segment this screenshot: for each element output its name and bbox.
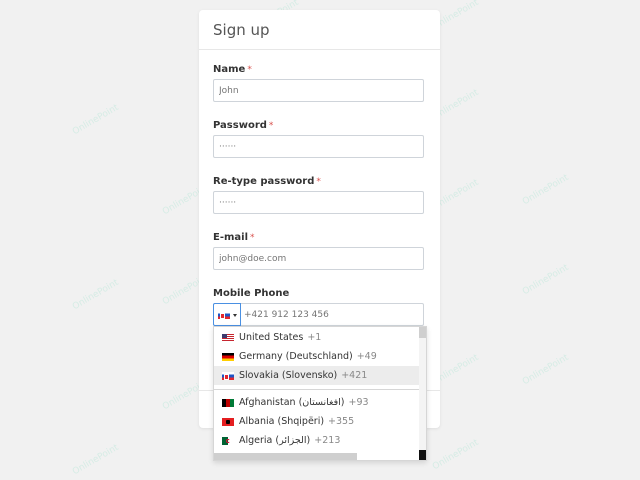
algeria-flag-icon xyxy=(222,437,234,445)
scrollbar-end xyxy=(419,450,426,460)
card-header: Sign up xyxy=(199,10,440,50)
caret-down-icon xyxy=(233,314,237,317)
dial-code: +1 xyxy=(307,332,322,343)
us-flag-icon xyxy=(222,334,234,342)
dial-code: +93 xyxy=(348,397,369,408)
watermark: OnlinePoint xyxy=(430,437,481,473)
horizontal-scrollbar[interactable] xyxy=(214,453,357,460)
country-select-button[interactable] xyxy=(213,303,241,326)
password-input[interactable] xyxy=(213,135,424,158)
required-mark: * xyxy=(247,65,252,75)
slovakia-flag-icon xyxy=(222,372,234,380)
country-name: Afghanistan (‫افغانستان‬‎) xyxy=(239,397,345,408)
required-mark: * xyxy=(316,177,321,187)
watermark: OnlinePoint xyxy=(70,442,121,478)
email-input[interactable] xyxy=(213,247,424,270)
vertical-scrollbar[interactable] xyxy=(419,327,426,460)
required-mark: * xyxy=(250,233,255,243)
page-title: Sign up xyxy=(213,21,270,39)
name-label: Name * xyxy=(213,64,252,75)
scrollbar-thumb[interactable] xyxy=(419,327,426,338)
watermark: OnlinePoint xyxy=(70,277,121,313)
watermark: OnlinePoint xyxy=(520,172,571,208)
country-option-us[interactable]: United States +1 xyxy=(214,328,420,347)
dial-code: +421 xyxy=(341,370,368,381)
country-option-algeria[interactable]: Algeria (‫الجزائر‬‎) +213 xyxy=(214,431,420,450)
watermark: OnlinePoint xyxy=(70,102,121,138)
watermark: OnlinePoint xyxy=(520,262,571,298)
watermark: OnlinePoint xyxy=(520,352,571,388)
country-option-afghanistan[interactable]: Afghanistan (‫افغانستان‬‎) +93 xyxy=(214,393,420,412)
email-label: E-mail * xyxy=(213,232,255,243)
required-mark: * xyxy=(268,121,274,131)
password-label: Password * xyxy=(213,120,274,131)
afghanistan-flag-icon xyxy=(222,399,234,407)
albania-flag-icon xyxy=(222,418,234,426)
slovakia-flag-icon xyxy=(218,311,230,319)
country-name: United States xyxy=(239,332,304,343)
retype-password-input[interactable] xyxy=(213,191,424,214)
germany-flag-icon xyxy=(222,353,234,361)
phone-input[interactable] xyxy=(213,303,424,326)
dial-code: +355 xyxy=(328,416,355,427)
mobile-phone-label: Mobile Phone xyxy=(213,288,290,299)
country-option-albania[interactable]: Albania (Shqipëri) +355 xyxy=(214,412,420,431)
dropdown-divider xyxy=(214,389,420,390)
dial-code: +213 xyxy=(314,435,341,446)
country-dropdown[interactable]: United States +1 Germany (Deutschland) +49… xyxy=(213,326,427,461)
retype-password-label: Re-type password * xyxy=(213,176,321,187)
country-name: Algeria (‫الجزائر‬‎) xyxy=(239,435,311,446)
country-option-slovakia[interactable]: Slovakia (Slovensko) +421 xyxy=(214,366,420,385)
country-name: Germany (Deutschland) xyxy=(239,351,353,362)
country-option-germany[interactable]: Germany (Deutschland) +49 xyxy=(214,347,420,366)
name-input[interactable] xyxy=(213,79,424,102)
dial-code: +49 xyxy=(356,351,377,362)
country-name: Slovakia (Slovensko) xyxy=(239,370,338,381)
country-name: Albania (Shqipëri) xyxy=(239,416,325,427)
